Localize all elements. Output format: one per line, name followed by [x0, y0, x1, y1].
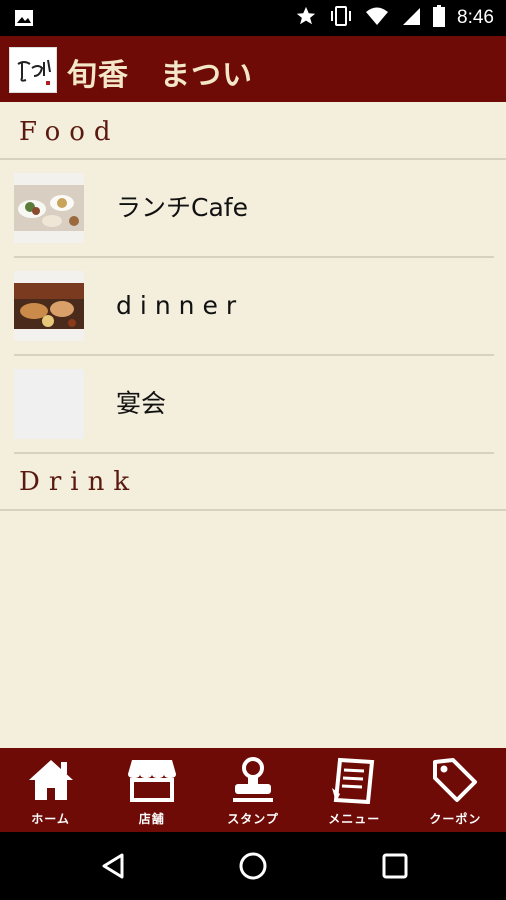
status-bar: 8:46 [0, 0, 506, 36]
stamp-icon [227, 756, 279, 804]
nav-home[interactable]: ホーム [0, 748, 101, 832]
wifi-icon [365, 6, 389, 30]
lunch-thumbnail [14, 173, 84, 243]
battery-icon [433, 5, 446, 31]
shop-logo[interactable] [9, 47, 57, 93]
vibrate-icon [329, 5, 353, 31]
app-title: 旬香 まつい [67, 58, 253, 93]
nav-stamp[interactable]: スタンプ [202, 748, 303, 832]
nav-store[interactable]: 店舗 [101, 748, 202, 832]
dinner-thumbnail [14, 271, 84, 341]
bottom-nav: ホーム 店舗 スタンプ メニュー クーポン [0, 748, 506, 832]
nav-label: スタンプ [227, 812, 279, 826]
nav-label: メニュー [328, 812, 381, 826]
menu-list: Food ランチCafe dinner 宴会 Drink [0, 102, 506, 748]
coupon-icon [429, 756, 481, 804]
list-item-lunch-cafe[interactable]: ランチCafe [0, 160, 506, 256]
item-label: 宴会 [116, 389, 167, 418]
item-label: dinner [116, 291, 245, 320]
section-header-food: Food [19, 117, 120, 147]
back-icon[interactable] [98, 851, 128, 881]
store-icon [126, 756, 178, 804]
image-icon [14, 8, 34, 32]
nav-label: クーポン [429, 812, 482, 826]
nav-label: ホーム [31, 812, 70, 826]
list-item-banquet[interactable]: 宴会 [0, 356, 506, 452]
divider [0, 509, 506, 511]
list-item-dinner[interactable]: dinner [0, 258, 506, 354]
section-header-drink[interactable]: Drink [0, 454, 506, 510]
status-time: 8:46 [457, 7, 494, 28]
app-header: 旬香 まつい [0, 36, 506, 102]
star-icon [295, 5, 317, 31]
nav-menu[interactable]: メニュー [304, 748, 405, 832]
menu-icon [328, 756, 380, 805]
home-circle-icon[interactable] [238, 851, 268, 881]
home-icon [25, 756, 77, 804]
empty-thumbnail [14, 369, 84, 439]
nav-label: 店舗 [138, 812, 165, 826]
system-nav [0, 832, 506, 900]
item-label: ランチCafe [116, 193, 248, 222]
recents-icon[interactable] [380, 851, 410, 881]
signal-icon [401, 6, 421, 30]
nav-coupon[interactable]: クーポン [405, 748, 506, 832]
